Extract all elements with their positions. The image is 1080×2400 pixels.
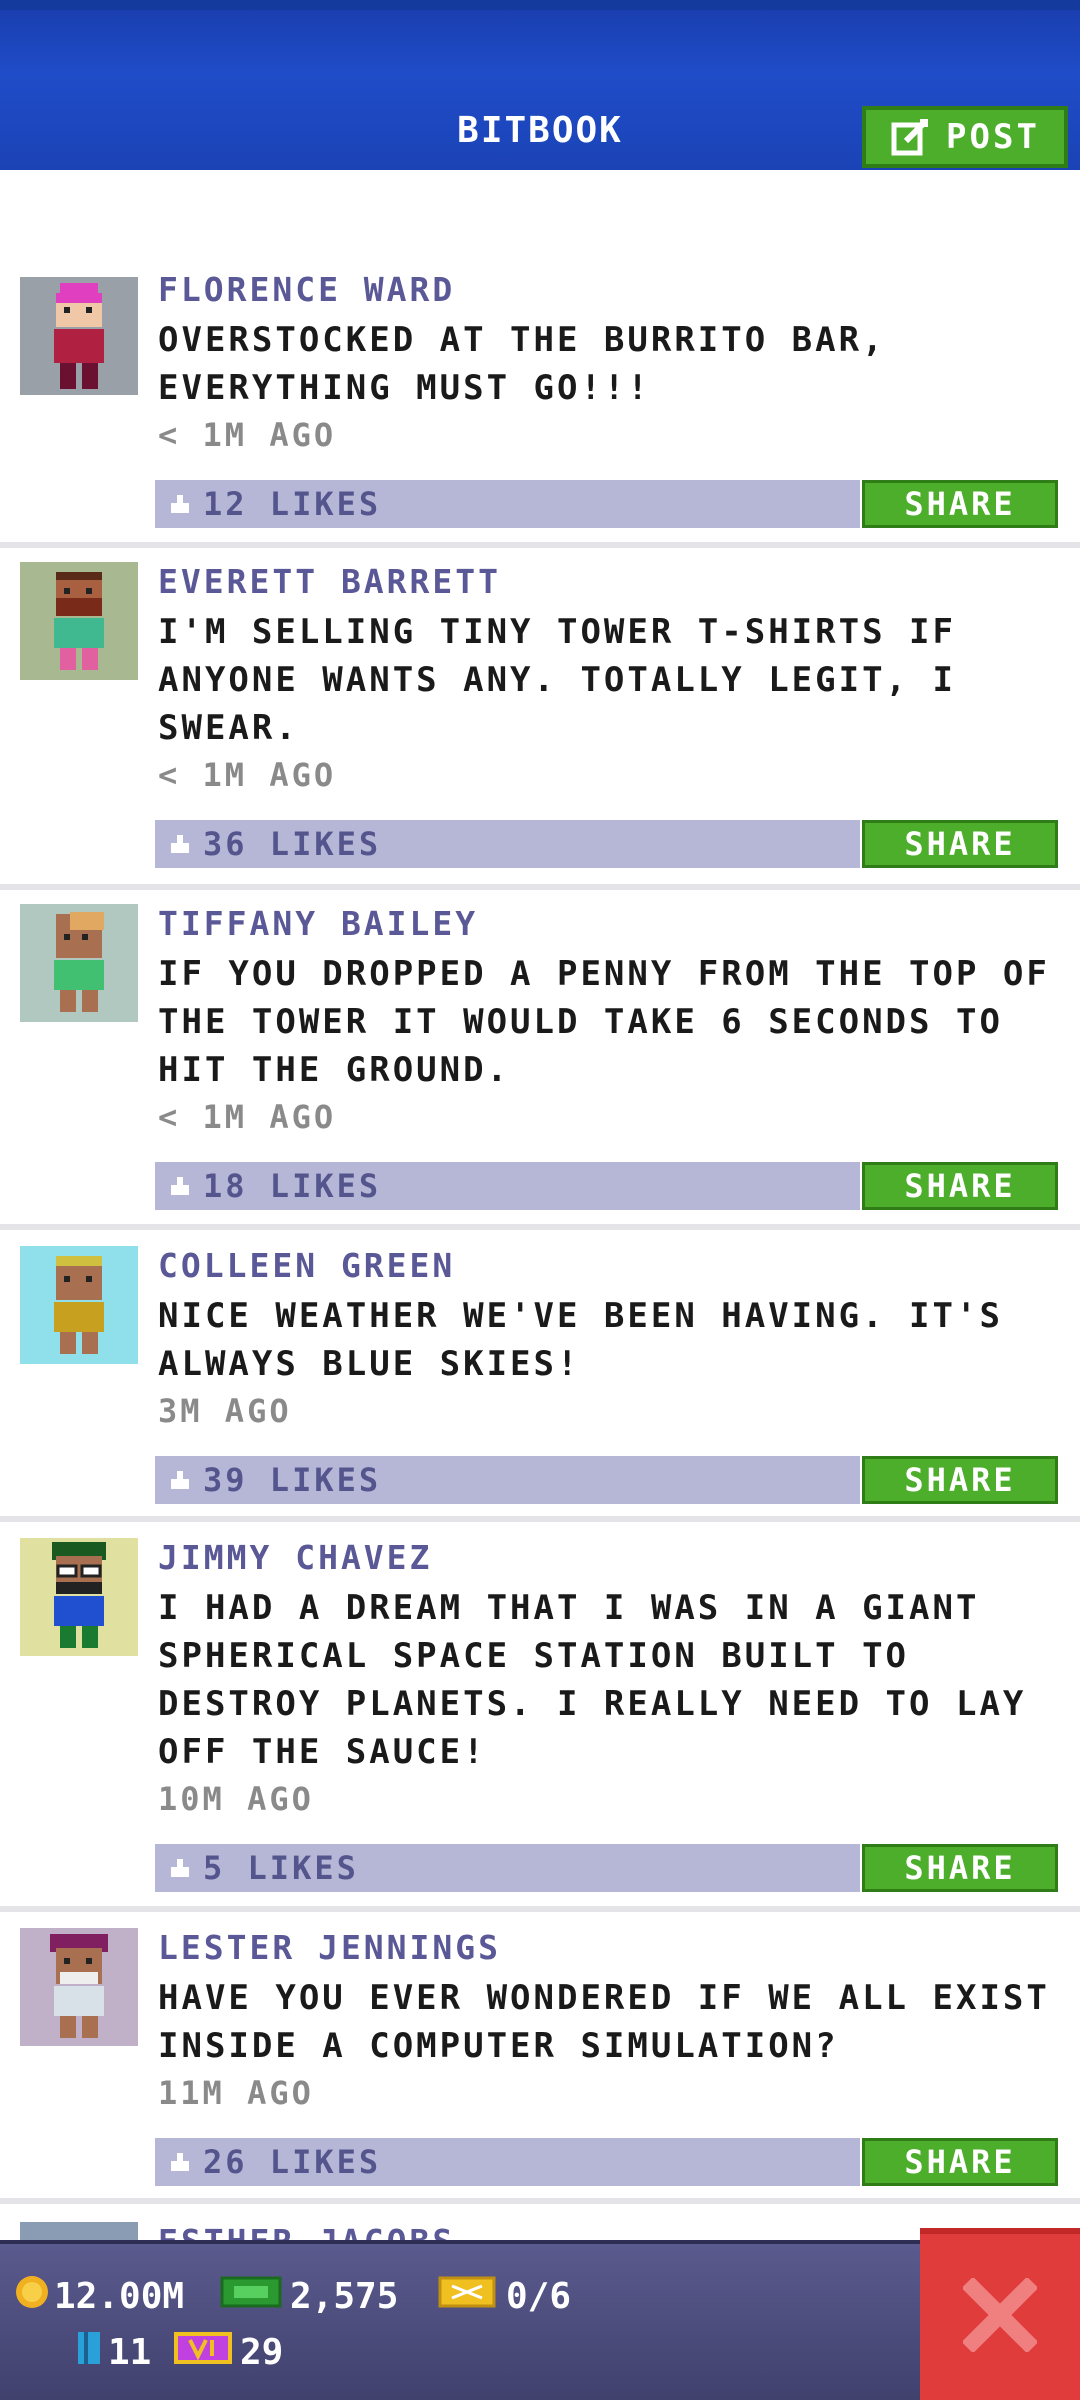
share-button[interactable]: SHARE [862, 480, 1058, 528]
post-button[interactable]: POST [862, 106, 1068, 168]
avatar [20, 904, 138, 1022]
thumbs-up-icon [169, 485, 191, 523]
ticket-icon [438, 2274, 496, 2319]
avatar [20, 1246, 138, 1364]
likes-count: 18 LIKES [203, 1167, 382, 1205]
post-time: 10M AGO [158, 1780, 314, 1818]
post-message: NICE WEATHER WE'VE BEEN HAVING. IT'S ALW… [158, 1296, 1003, 1384]
tickets-value: 0/6 [506, 2276, 572, 2317]
likes-bar[interactable]: 12 LIKES [155, 480, 860, 528]
post-message: I HAD A DREAM THAT I WAS IN A GIANT SPHE… [158, 1588, 1027, 1772]
post-button-label: POST [946, 117, 1040, 157]
vip-stat: 29 [174, 2330, 283, 2375]
floors-value: 11 [108, 2332, 152, 2373]
app-header: BITBOOK POST [0, 0, 1080, 170]
avatar [20, 1538, 138, 1656]
compose-icon [890, 117, 930, 157]
coin-icon [14, 2274, 50, 2319]
post-author[interactable]: EVERETT BARRETT [158, 562, 501, 601]
post-author[interactable]: FLORENCE WARD [158, 270, 455, 309]
likes-bar[interactable]: 26 LIKES [155, 2138, 860, 2186]
floor-icon [76, 2330, 102, 2375]
post-time: < 1M AGO [158, 1098, 337, 1136]
feed[interactable]: FLORENCE WARD OVERSTOCKED AT THE BURRITO… [0, 170, 1080, 2240]
feed-post: LESTER JENNINGS HAVE YOU EVER WONDERED I… [0, 1912, 1080, 2204]
likes-bar[interactable]: 39 LIKES [155, 1456, 860, 1504]
likes-bar[interactable]: 5 LIKES [155, 1844, 860, 1892]
post-time: < 1M AGO [158, 416, 337, 454]
likes-bar[interactable]: 18 LIKES [155, 1162, 860, 1210]
feed-post: FLORENCE WARD OVERSTOCKED AT THE BURRITO… [0, 270, 1080, 548]
thumbs-up-icon [169, 2143, 191, 2181]
post-author[interactable]: TIFFANY BAILEY [158, 904, 478, 943]
vip-icon [174, 2330, 232, 2375]
bux-value: 2,575 [290, 2276, 399, 2317]
thumbs-up-icon [169, 1849, 191, 1887]
share-button[interactable]: SHARE [862, 1162, 1058, 1210]
bux-icon [220, 2274, 282, 2319]
share-button[interactable]: SHARE [862, 1456, 1058, 1504]
post-time: < 1M AGO [158, 756, 337, 794]
likes-count: 5 LIKES [203, 1849, 359, 1887]
share-button[interactable]: SHARE [862, 820, 1058, 868]
post-message: I'M SELLING TINY TOWER T-SHIRTS IF ANYON… [158, 612, 956, 748]
avatar [20, 2222, 138, 2240]
avatar [20, 277, 138, 395]
coins-value: 12.00M [54, 2276, 185, 2317]
vip-value: 29 [240, 2332, 284, 2373]
floors-stat: 11 [76, 2330, 151, 2375]
post-time: 11M AGO [158, 2074, 314, 2112]
likes-bar[interactable]: 36 LIKES [155, 820, 860, 868]
thumbs-up-icon [169, 1167, 191, 1205]
post-author[interactable]: JIMMY CHAVEZ [158, 1538, 432, 1577]
avatar [20, 562, 138, 680]
status-bar: 12.00M 2,575 0/6 11 29 [0, 2240, 1080, 2400]
feed-post: JIMMY CHAVEZ I HAD A DREAM THAT I WAS IN… [0, 1522, 1080, 1912]
thumbs-up-icon [169, 825, 191, 863]
thumbs-up-icon [169, 1461, 191, 1499]
bux-stat: 2,575 [220, 2274, 398, 2319]
avatar [20, 1928, 138, 2046]
likes-count: 36 LIKES [203, 825, 382, 863]
post-author[interactable]: ESTHER JACOBS [158, 2222, 455, 2240]
feed-post: EVERETT BARRETT I'M SELLING TINY TOWER T… [0, 548, 1080, 890]
feed-post: COLLEEN GREEN NICE WEATHER WE'VE BEEN HA… [0, 1230, 1080, 1522]
feed-post: TIFFANY BAILEY IF YOU DROPPED A PENNY FR… [0, 890, 1080, 1230]
post-message: HAVE YOU EVER WONDERED IF WE ALL EXIST I… [158, 1978, 1050, 2066]
post-author[interactable]: COLLEEN GREEN [158, 1246, 455, 1285]
post-time: 3M AGO [158, 1392, 292, 1430]
post-message: OVERSTOCKED AT THE BURRITO BAR, EVERYTHI… [158, 320, 886, 408]
post-author[interactable]: LESTER JENNINGS [158, 1928, 501, 1967]
share-button[interactable]: SHARE [862, 2138, 1058, 2186]
share-button[interactable]: SHARE [862, 1844, 1058, 1892]
likes-count: 26 LIKES [203, 2143, 382, 2181]
tickets-stat: 0/6 [438, 2274, 571, 2319]
close-icon [961, 2276, 1039, 2356]
likes-count: 12 LIKES [203, 485, 382, 523]
post-message: IF YOU DROPPED A PENNY FROM THE TOP OF T… [158, 954, 1050, 1090]
likes-count: 39 LIKES [203, 1461, 382, 1499]
close-button[interactable] [920, 2228, 1080, 2400]
coins-stat: 12.00M [14, 2274, 184, 2319]
